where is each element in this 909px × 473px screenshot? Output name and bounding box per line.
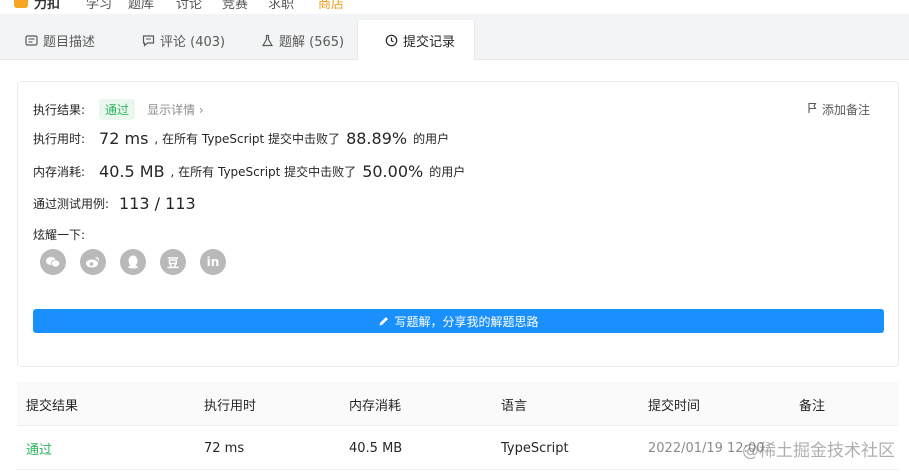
tab-comments[interactable]: 评论 (403): [141, 20, 225, 60]
row-memory: 40.5 MB: [349, 440, 403, 456]
add-note-button[interactable]: 添加备注: [807, 101, 870, 118]
status-row: 执行结果: 通过 显示详情 ›: [33, 99, 204, 120]
result-card: 执行结果: 通过 显示详情 › 添加备注 执行用时: 72 ms , 在所有 T…: [17, 81, 899, 367]
table-header: 提交结果 执行用时 内存消耗 语言 提交时间 备注: [17, 382, 899, 426]
nav-item-contest[interactable]: 竞赛: [222, 0, 248, 12]
runtime-label: 执行用时:: [33, 132, 86, 146]
memory-suffix: 的用户: [429, 165, 466, 179]
write-solution-label: 写题解，分享我的解题思路: [394, 314, 539, 329]
runtime-value: 72 ms: [99, 129, 149, 148]
tab-solutions[interactable]: 题解 (565): [260, 20, 344, 60]
memory-label: 内存消耗:: [33, 165, 86, 179]
header-note: 备注: [799, 398, 826, 414]
tab-bar: 题目描述 评论 (403) 题解 (565) 提交记录: [0, 20, 909, 61]
tab-label: 评论 (403): [160, 34, 226, 50]
add-note-label: 添加备注: [821, 103, 870, 117]
tab-description[interactable]: 题目描述: [24, 20, 95, 60]
memory-value: 40.5 MB: [99, 162, 165, 181]
brand-name[interactable]: 力扣: [34, 0, 60, 12]
header-language: 语言: [501, 398, 528, 414]
clock-icon: [384, 34, 398, 48]
tab-label: 提交记录: [403, 35, 456, 50]
weibo-icon[interactable]: [80, 249, 106, 275]
tab-label: 题目描述: [43, 34, 96, 50]
row-runtime: 72 ms: [204, 440, 245, 456]
status-label: 执行结果:: [33, 103, 86, 117]
douban-icon[interactable]: 豆: [160, 249, 186, 275]
runtime-suffix: 的用户: [413, 132, 450, 146]
memory-percent: 50.00%: [362, 162, 424, 181]
header-result: 提交结果: [26, 398, 79, 414]
share-icons: 豆 in: [40, 249, 226, 275]
pencil-icon: [378, 316, 389, 327]
wechat-icon[interactable]: [40, 249, 66, 275]
linkedin-icon[interactable]: in: [200, 249, 226, 275]
nav-item-learn[interactable]: 学习: [86, 0, 112, 12]
flag-icon: [807, 102, 818, 117]
header-runtime: 执行用时: [204, 398, 257, 414]
row-language: TypeScript: [501, 440, 569, 456]
tests-value: 113 / 113: [119, 194, 196, 213]
runtime-row: 执行用时: 72 ms , 在所有 TypeScript 提交中击败了 88.8…: [33, 129, 449, 148]
header-time: 提交时间: [648, 398, 701, 414]
tab-label: 题解 (565): [279, 34, 345, 50]
nav-item-discuss[interactable]: 讨论: [176, 0, 202, 12]
tests-label: 通过测试用例:: [33, 197, 110, 211]
write-solution-button[interactable]: 写题解，分享我的解题思路: [33, 309, 884, 333]
row-result-link[interactable]: 通过: [26, 426, 52, 470]
share-row-label: 炫耀一下:: [33, 226, 85, 243]
tests-row: 通过测试用例: 113 / 113: [33, 194, 202, 213]
comment-icon: [141, 33, 155, 47]
submission-panel: 执行结果: 通过 显示详情 › 添加备注 执行用时: 72 ms , 在所有 T…: [0, 60, 909, 473]
header-memory: 内存消耗: [349, 398, 402, 414]
share-label: 炫耀一下:: [33, 228, 86, 242]
nav-item-jobs[interactable]: 求职: [268, 0, 294, 12]
status-badge: 通过: [99, 99, 136, 120]
runtime-text: , 在所有 TypeScript 提交中击败了: [154, 132, 341, 146]
nav-item-problems[interactable]: 题库: [128, 0, 154, 12]
memory-text: , 在所有 TypeScript 提交中击败了: [170, 165, 357, 179]
show-details-link[interactable]: 显示详情 ›: [147, 101, 204, 118]
leetcode-logo[interactable]: [14, 0, 28, 8]
flask-icon: [260, 33, 274, 47]
top-navigation: 力扣 学习 题库 讨论 竞赛 求职 商店: [0, 0, 909, 14]
tab-submissions[interactable]: 提交记录: [357, 20, 475, 61]
nav-item-store[interactable]: 商店: [318, 0, 344, 12]
memory-row: 内存消耗: 40.5 MB , 在所有 TypeScript 提交中击败了 50…: [33, 162, 465, 181]
runtime-percent: 88.89%: [346, 129, 408, 148]
watermark: @稀土掘金技术社区: [742, 441, 895, 461]
description-icon: [24, 33, 38, 47]
qq-icon[interactable]: [120, 249, 146, 275]
